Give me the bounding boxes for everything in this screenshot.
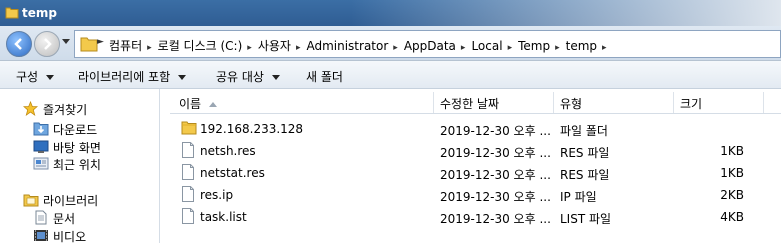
breadcrumb-item[interactable]: 컴퓨터 — [109, 37, 142, 54]
folder-icon — [5, 6, 19, 22]
file-type: RES 파일 — [560, 146, 610, 160]
breadcrumb-item[interactable]: 사용자 — [258, 37, 291, 54]
recent-pages-dropdown[interactable] — [62, 39, 70, 44]
folder-icon — [80, 36, 98, 55]
file-name: res.ip — [200, 188, 234, 202]
organize-label: 구성 — [16, 70, 39, 84]
column-header-date[interactable]: 수정한 날짜 — [440, 95, 499, 112]
file-name: netstat.res — [200, 166, 265, 180]
star-icon — [22, 100, 39, 119]
breadcrumb-item[interactable]: Local — [471, 39, 502, 53]
column-type-label: 유형 — [560, 97, 583, 111]
file-name: 192.168.233.128 — [200, 122, 304, 136]
column-header-size[interactable]: 크기 — [680, 95, 702, 112]
file-type: 파일 폴더 — [560, 124, 608, 138]
nav-documents-label: 문서 — [53, 212, 76, 226]
share-with-label: 공유 대상 — [216, 70, 264, 84]
file-name: task.list — [200, 210, 247, 224]
breadcrumb-separator-icon[interactable]: ▸ — [247, 43, 252, 53]
folder-icon — [181, 120, 197, 138]
nav-downloads-label: 다운로드 — [53, 123, 98, 137]
back-button[interactable] — [6, 31, 32, 57]
breadcrumb-separator-icon[interactable]: ▸ — [602, 43, 607, 53]
file-name: netsh.res — [200, 144, 256, 158]
file-type: LIST 파일 — [560, 212, 612, 226]
file-size: 1KB — [720, 166, 744, 180]
command-bar: 구성 라이브러리에 포함 공유 대상 새 폴더 — [0, 61, 781, 89]
file-type: IP 파일 — [560, 190, 597, 204]
title-bar: temp — [0, 0, 781, 26]
breadcrumb-separator-icon[interactable]: ▸ — [296, 43, 301, 53]
column-date-label: 수정한 날짜 — [440, 97, 500, 111]
nav-favorites-label: 즐겨찾기 — [43, 103, 88, 117]
downloads-icon — [33, 121, 49, 139]
forward-button[interactable] — [34, 31, 60, 57]
column-divider[interactable] — [553, 92, 554, 113]
chevron-down-icon — [178, 75, 187, 80]
column-size-label: 크기 — [680, 97, 703, 111]
share-with-button[interactable]: 공유 대상 — [216, 68, 280, 85]
file-type: RES 파일 — [560, 168, 610, 182]
nav-videos-label: 비디오 — [53, 230, 87, 244]
file-date: 2019-12-30 오후 ... — [440, 124, 551, 138]
breadcrumb-item[interactable]: Administrator — [306, 39, 388, 53]
breadcrumb-separator-icon[interactable]: ▸ — [461, 43, 466, 53]
file-row[interactable]: netstat.res 2019-12-30 오후 ... RES 파일 1KB — [170, 162, 781, 184]
new-folder-label: 새 폴더 — [306, 70, 343, 84]
file-icon — [181, 142, 195, 161]
column-header-type[interactable]: 유형 — [560, 95, 582, 112]
file-date: 2019-12-30 오후 ... — [440, 146, 551, 160]
file-size: 2KB — [720, 188, 744, 202]
file-size: 1KB — [720, 144, 744, 158]
navigation-pane: 즐겨찾기 다운로드 바탕 화면 최근 위치 라이브러리 문서 비디오 — [0, 89, 160, 246]
breadcrumb-separator-icon[interactable]: ▸ — [508, 43, 513, 53]
breadcrumb-separator-icon[interactable]: ▸ — [393, 43, 398, 53]
file-date: 2019-12-30 오후 ... — [440, 212, 551, 226]
library-icon — [23, 192, 39, 210]
desktop-icon — [33, 139, 49, 157]
file-row[interactable]: netsh.res 2019-12-30 오후 ... RES 파일 1KB — [170, 140, 781, 162]
include-library-label: 라이브러리에 포함 — [78, 70, 171, 84]
nav-desktop-label: 바탕 화면 — [53, 141, 101, 155]
address-bar[interactable]: ► 컴퓨터 ▸ 로컬 디스크 (C:) ▸ 사용자 ▸ Administrator ▸ AppD… — [74, 30, 781, 58]
breadcrumb-item[interactable]: AppData — [404, 39, 456, 53]
chevron-down-icon — [46, 75, 55, 80]
column-divider[interactable] — [673, 92, 674, 113]
breadcrumb-item[interactable]: 로컬 디스크 (C:) — [158, 37, 243, 54]
column-divider[interactable] — [433, 92, 434, 113]
breadcrumb-separator-icon[interactable]: ▸ — [555, 43, 560, 53]
column-name-label: 이름 — [179, 97, 202, 111]
nav-recent-label: 최근 위치 — [53, 158, 101, 172]
file-date: 2019-12-30 오후 ... — [440, 190, 551, 204]
chevron-down-icon — [271, 75, 280, 80]
sort-ascending-icon — [209, 102, 218, 107]
video-icon — [33, 228, 49, 246]
recent-places-icon — [33, 156, 49, 174]
file-icon — [181, 208, 195, 227]
organize-button[interactable]: 구성 — [16, 68, 55, 85]
column-header-name[interactable]: 이름 — [179, 95, 218, 112]
file-date: 2019-12-30 오후 ... — [440, 168, 551, 182]
address-row: ► 컴퓨터 ▸ 로컬 디스크 (C:) ▸ 사용자 ▸ Administrator ▸ AppD… — [0, 26, 781, 61]
document-icon — [33, 210, 49, 228]
breadcrumb-item[interactable]: Temp — [518, 39, 550, 53]
file-list: 이름 수정한 날짜 유형 크기 192.168.233.128 2019-12-3… — [160, 89, 781, 243]
column-header-row: 이름 수정한 날짜 유형 크기 — [170, 92, 781, 114]
window-title: temp — [22, 6, 57, 20]
file-icon — [181, 186, 195, 205]
breadcrumb-separator-icon[interactable]: ▸ — [147, 43, 152, 53]
file-icon — [181, 164, 195, 183]
file-row[interactable]: 192.168.233.128 2019-12-30 오후 ... 파일 폴더 — [170, 118, 781, 140]
file-row[interactable]: task.list 2019-12-30 오후 ... LIST 파일 4KB — [170, 206, 781, 228]
include-library-button[interactable]: 라이브러리에 포함 — [78, 68, 187, 85]
chevron-right-icon[interactable]: ► — [97, 37, 104, 47]
nav-libraries-label: 라이브러리 — [43, 194, 99, 208]
file-size: 4KB — [720, 210, 744, 224]
column-divider[interactable] — [763, 92, 764, 113]
new-folder-button[interactable]: 새 폴더 — [306, 68, 343, 85]
breadcrumb-item[interactable]: temp — [566, 39, 597, 53]
file-row[interactable]: res.ip 2019-12-30 오후 ... IP 파일 2KB — [170, 184, 781, 206]
